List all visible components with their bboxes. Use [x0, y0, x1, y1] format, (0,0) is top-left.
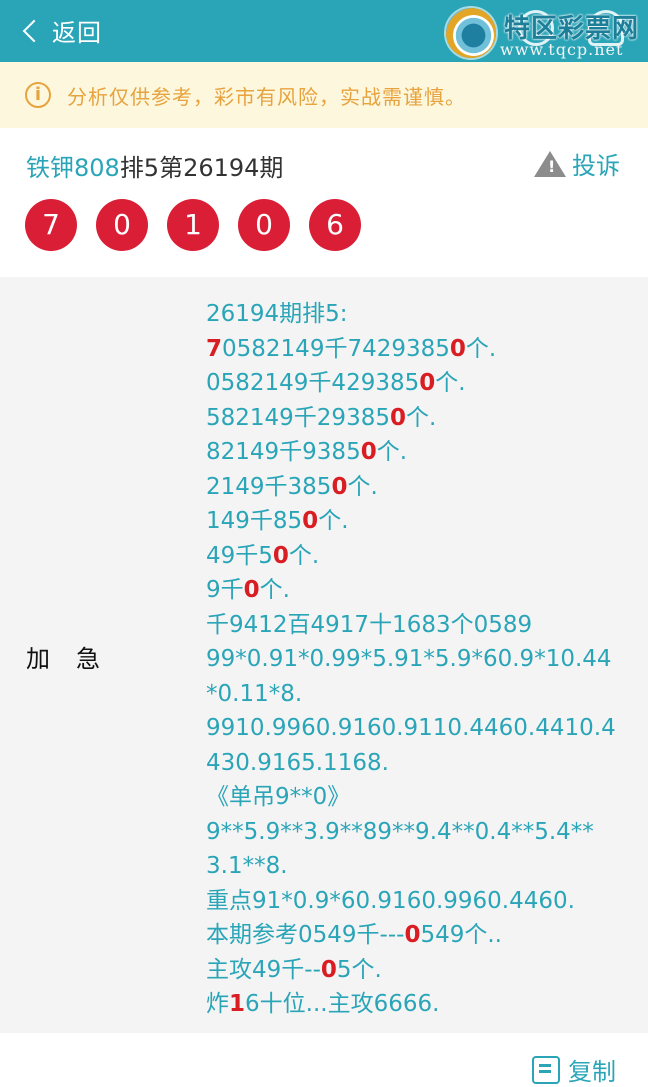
line-text: 个. [347, 473, 378, 500]
analysis-line: 炸16十位...主攻6666. [206, 987, 626, 1022]
watermark-logo-icon [446, 8, 496, 58]
line-text: 26194期排5: [206, 301, 348, 327]
analysis-line: 9千0个. [206, 573, 626, 608]
back-label: 返回 [52, 18, 102, 47]
complain-label: 投诉 [572, 152, 620, 180]
analysis-line: 430.9165.1168. [206, 746, 626, 781]
line-text: 99*0.91*0.99*5.91*5.9*60.9*10.44 [206, 646, 612, 672]
analysis-line: *0.11*8. [206, 677, 626, 712]
line-text: *0.11*8. [206, 680, 303, 707]
highlight-digit: 0 [331, 473, 348, 500]
line-text: 0582149千7429385 [222, 335, 450, 362]
line-text: 个. [318, 508, 349, 534]
result-balls: 7 0 1 0 6 [25, 199, 361, 251]
result-ball: 1 [167, 199, 219, 251]
app-header: 返回 特区彩票网 www.tqcp.net [0, 0, 648, 62]
highlight-digit: 7 [206, 335, 223, 362]
analysis-line: 82149千93850个. [206, 435, 626, 470]
watermark: 特区彩票网 www.tqcp.net [446, 6, 646, 59]
analysis-line: 本期参考0549千---0549个.. [206, 918, 626, 953]
copy-label: 复制 [568, 1058, 616, 1086]
highlight-digit: 0 [389, 404, 406, 431]
line-text: 《单吊9**0》 [206, 784, 351, 810]
highlight-digit: 0 [320, 956, 337, 983]
line-text: 主攻49千-- [206, 956, 321, 983]
line-text: 个. [376, 439, 408, 465]
line-text: 582149千29385 [206, 404, 390, 431]
analysis-line: 主攻49千--05个. [206, 953, 626, 988]
analysis-line: 26194期排5: [206, 297, 626, 332]
complain-button[interactable]: ! 投诉 [534, 146, 620, 181]
line-text: 2149千385 [206, 473, 332, 500]
line-text: 炸 [206, 991, 229, 1017]
analysis-text: 26194期排5: 70582149千74293850个. 0582149千4293… [206, 297, 626, 1022]
analysis-line: 582149千293850个. [206, 401, 626, 436]
back-button[interactable]: 返回 [22, 10, 102, 50]
result-ball: 6 [309, 199, 361, 251]
info-icon: i [25, 82, 51, 108]
line-text: 本期参考0549千--- [206, 922, 405, 948]
post-title: 铁钾808排5第26194期 [26, 148, 283, 183]
result-ball: 0 [238, 199, 290, 251]
analysis-content: 加急 26194期排5: 70582149千74293850个. 0582149千4… [0, 277, 648, 1033]
author-link[interactable]: 铁钾808 [26, 154, 120, 182]
highlight-digit: 0 [449, 335, 466, 362]
line-text: 6十位...主攻6666. [245, 991, 440, 1017]
line-text: 重点91*0.9*60.9160.9960.4460. [206, 887, 575, 914]
line-text: 9**5.9**3.9**89**9.4**0.4**5.4** [206, 818, 594, 845]
copy-button[interactable]: 复制 [532, 1052, 616, 1087]
line-text: 个. [435, 370, 466, 396]
highlight-digit: 0 [272, 542, 289, 569]
line-text: 个. [465, 335, 497, 362]
analysis-line: 0582149千4293850个. [206, 366, 626, 401]
analysis-line: 《单吊9**0》 [206, 780, 626, 815]
line-text: 个. [288, 542, 320, 569]
analysis-line: 70582149千74293850个. [206, 332, 626, 367]
highlight-digit: 0 [360, 439, 377, 465]
result-ball: 0 [96, 199, 148, 251]
line-text: 49千5 [206, 542, 273, 569]
highlight-digit: 0 [404, 922, 421, 948]
chevron-left-icon [22, 19, 46, 42]
line-text: 9910.9960.9160.9110.4460.4410.4 [206, 715, 616, 741]
issue-title: 排5第26194期 [119, 154, 284, 182]
highlight-digit: 1 [229, 991, 246, 1017]
line-text: 个. [259, 577, 290, 603]
analysis-line: 3.1**8. [206, 849, 626, 884]
result-ball: 7 [25, 199, 77, 251]
line-text: 0582149千429385 [206, 370, 420, 396]
post-title-row: 铁钾808排5第26194期 ! 投诉 [0, 128, 648, 200]
analysis-line: 9910.9960.9160.9110.4460.4410.4 [206, 711, 626, 746]
line-text: 5个. [336, 956, 382, 983]
line-text: 个. [405, 404, 437, 431]
line-text: 千9412百4917十1683个0589 [206, 611, 533, 638]
highlight-digit: 0 [302, 508, 319, 534]
line-text: 149千85 [206, 508, 303, 534]
line-text: 82149千9385 [206, 439, 361, 465]
highlight-digit: 0 [243, 577, 260, 603]
watermark-url: www.tqcp.net [500, 40, 624, 59]
line-text: 430.9165.1168. [206, 749, 389, 776]
category-label: 加急 [26, 645, 126, 673]
analysis-line: 99*0.91*0.99*5.91*5.9*60.9*10.44 [206, 642, 626, 677]
analysis-line: 149千850个. [206, 504, 626, 539]
analysis-line: 重点91*0.9*60.9160.9960.4460. [206, 884, 626, 919]
analysis-line: 2149千3850个. [206, 470, 626, 505]
highlight-digit: 0 [419, 370, 436, 396]
analysis-line: 9**5.9**3.9**89**9.4**0.4**5.4** [206, 815, 626, 850]
notice-text: 分析仅供参考，彩市有风险，实战需谨慎。 [67, 84, 466, 109]
line-text: 9千 [206, 577, 244, 603]
warning-icon: ! [534, 150, 566, 177]
line-text: 549个.. [420, 922, 502, 948]
risk-notice: i 分析仅供参考，彩市有风险，实战需谨慎。 [0, 62, 648, 128]
analysis-line: 49千50个. [206, 539, 626, 574]
analysis-line: 千9412百4917十1683个0589 [206, 608, 626, 643]
line-text: 3.1**8. [206, 853, 288, 879]
copy-icon [532, 1055, 560, 1084]
